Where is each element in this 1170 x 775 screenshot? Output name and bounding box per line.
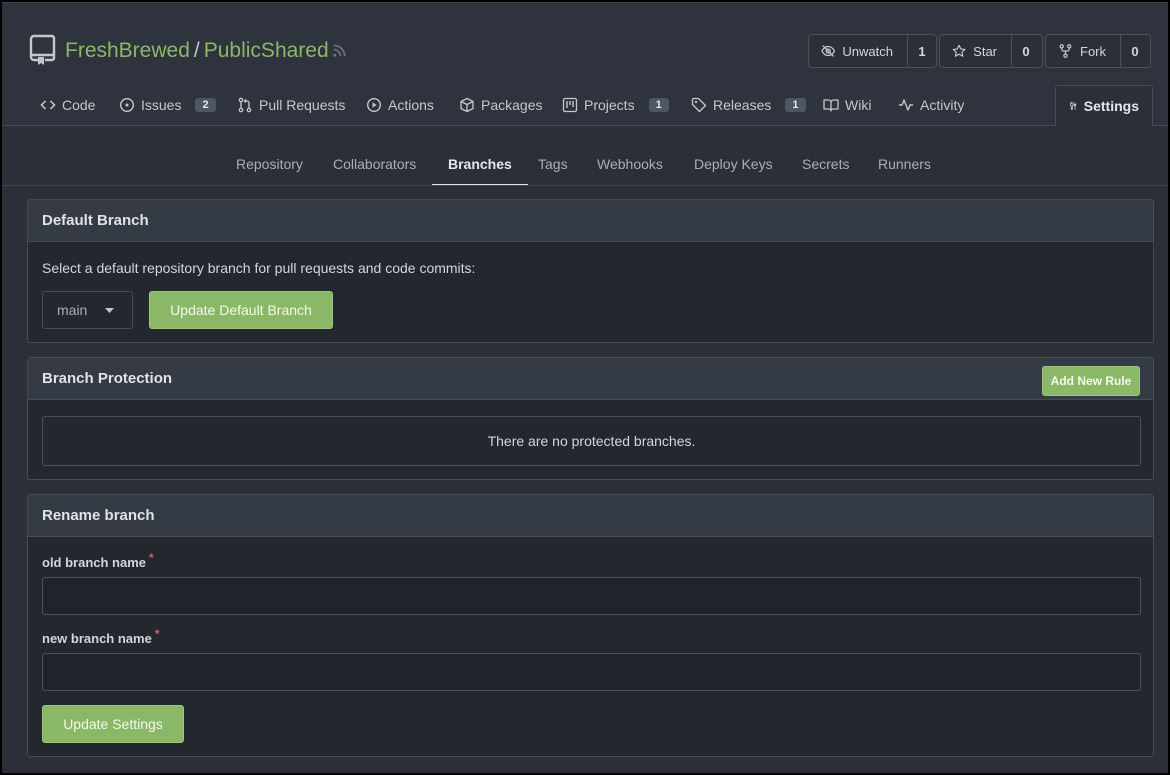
tab-packages-label: Packages: [481, 97, 543, 113]
tab-actions[interactable]: Actions: [366, 85, 434, 125]
project-icon: [562, 97, 578, 113]
branch-protection-header: Branch Protection Add New Rule: [28, 358, 1153, 400]
caret-down-icon: [105, 308, 114, 313]
subnav-branches[interactable]: Branches: [432, 146, 528, 186]
releases-count-badge: 1: [785, 98, 806, 112]
fork-button[interactable]: Fork: [1046, 35, 1121, 67]
tab-activity-label: Activity: [920, 97, 965, 113]
repo-title: FreshBrewed / PublicShared: [65, 39, 329, 63]
unwatch-label: Unwatch: [842, 43, 893, 59]
subnav-webhooks[interactable]: Webhooks: [597, 146, 663, 184]
default-branch-title: Default Branch: [28, 200, 1153, 242]
no-protected-branches-message: There are no protected branches.: [42, 416, 1141, 466]
update-settings-button[interactable]: Update Settings: [42, 705, 184, 743]
tab-wiki-label: Wiki: [845, 97, 872, 113]
rss-icon[interactable]: [332, 43, 347, 58]
default-branch-select[interactable]: main: [42, 291, 133, 329]
book-icon: [823, 99, 839, 112]
stars-count[interactable]: 0: [1012, 35, 1040, 67]
subnav-deploy-keys[interactable]: Deploy Keys: [694, 146, 773, 184]
fork-button-group: Fork 0: [1045, 34, 1151, 68]
fork-icon: [1059, 44, 1072, 58]
rename-branch-title: Rename branch: [28, 495, 1153, 537]
tab-pull-requests-label: Pull Requests: [259, 97, 346, 113]
unwatch-button[interactable]: Unwatch: [809, 35, 908, 67]
repo-icon: [29, 34, 56, 65]
tab-issues[interactable]: Issues 2: [119, 85, 216, 125]
required-marker: *: [154, 627, 160, 641]
tab-activity[interactable]: Activity: [898, 85, 964, 125]
tab-projects[interactable]: Projects 1: [562, 85, 669, 125]
update-default-branch-button[interactable]: Update Default Branch: [149, 291, 333, 329]
tag-icon: [691, 97, 707, 113]
tab-actions-label: Actions: [388, 97, 434, 113]
settings-subnav: Repository Collaborators Branches Tags W…: [2, 146, 1168, 186]
forks-count[interactable]: 0: [1121, 35, 1149, 67]
repo-name-link[interactable]: PublicShared: [204, 39, 329, 62]
repo-owner-link[interactable]: FreshBrewed: [65, 39, 190, 62]
default-branch-description: Select a default repository branch for p…: [42, 260, 476, 276]
eye-slash-icon: [821, 45, 836, 57]
new-branch-name-label: new branch name *: [42, 627, 159, 646]
branch-protection-title: Branch Protection: [42, 370, 173, 387]
subnav-collaborators[interactable]: Collaborators: [333, 146, 416, 184]
tab-projects-label: Projects: [584, 97, 635, 113]
tab-code[interactable]: Code: [40, 85, 95, 125]
pulse-icon: [899, 99, 913, 111]
required-marker: *: [149, 551, 154, 565]
tab-issues-label: Issues: [141, 97, 182, 113]
subnav-divider: [2, 185, 1168, 186]
tab-packages[interactable]: Packages: [459, 85, 542, 125]
branch-protection-panel: Branch Protection Add New Rule There are…: [27, 357, 1154, 480]
rename-branch-panel: Rename branch old branch name * new branc…: [27, 494, 1154, 757]
default-branch-panel: Default Branch Select a default reposito…: [27, 199, 1154, 343]
star-button-group: Star 0: [939, 34, 1043, 68]
new-branch-name-label-text: new branch name: [42, 631, 152, 646]
repo-separator: /: [193, 39, 200, 62]
tab-settings[interactable]: Settings: [1055, 85, 1153, 126]
add-new-rule-button[interactable]: Add New Rule: [1042, 366, 1140, 396]
issue-icon: [119, 97, 135, 113]
subnav-tags[interactable]: Tags: [538, 146, 568, 184]
default-branch-selected: main: [57, 302, 88, 318]
watchers-count[interactable]: 1: [908, 35, 936, 67]
app-frame: FreshBrewed / PublicShared Unwatch 1 Star …: [0, 0, 1170, 775]
tools-icon: [1069, 102, 1077, 110]
play-icon: [366, 97, 382, 113]
tab-releases-label: Releases: [713, 97, 772, 113]
new-branch-name-input[interactable]: [42, 653, 1141, 691]
star-label: Star: [973, 43, 997, 59]
star-icon: [952, 44, 966, 57]
old-branch-name-label: old branch name *: [42, 551, 154, 570]
pull-request-icon: [238, 97, 252, 113]
subnav-secrets[interactable]: Secrets: [802, 146, 849, 184]
fork-label: Fork: [1080, 43, 1106, 59]
tab-wiki[interactable]: Wiki: [823, 85, 871, 125]
old-branch-name-label-text: old branch name: [42, 555, 147, 570]
old-branch-name-input[interactable]: [42, 577, 1141, 615]
issues-count-badge: 2: [195, 98, 216, 112]
star-button[interactable]: Star: [940, 35, 1012, 67]
repo-tabs: Code Issues 2 Pull Requests Actions Pack…: [2, 85, 1168, 126]
subnav-repository[interactable]: Repository: [236, 146, 303, 184]
projects-count-badge: 1: [648, 98, 669, 112]
code-icon: [40, 100, 56, 110]
subnav-runners[interactable]: Runners: [878, 146, 931, 184]
tab-settings-label: Settings: [1083, 98, 1139, 114]
tab-pull-requests[interactable]: Pull Requests: [237, 85, 345, 125]
tab-releases[interactable]: Releases 1: [691, 85, 806, 125]
tab-code-label: Code: [62, 97, 96, 113]
package-icon: [460, 97, 474, 113]
watch-button-group: Unwatch 1: [808, 34, 937, 68]
repo-header: FreshBrewed / PublicShared Unwatch 1 Star …: [2, 2, 1168, 126]
